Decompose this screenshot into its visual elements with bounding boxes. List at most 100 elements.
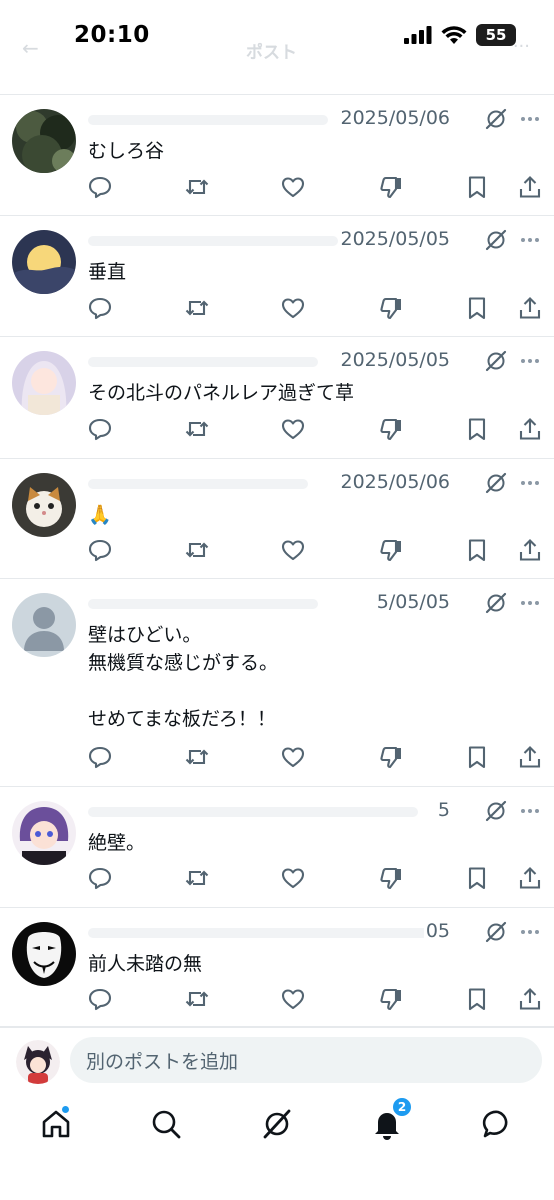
- like-button[interactable]: [280, 295, 306, 321]
- like-button[interactable]: [280, 537, 306, 563]
- avatar[interactable]: [12, 473, 76, 537]
- more-options-icon[interactable]: [518, 799, 542, 823]
- share-button[interactable]: [517, 174, 543, 200]
- repost-button[interactable]: [184, 416, 210, 442]
- grok-explain-icon[interactable]: [484, 920, 508, 944]
- dislike-button[interactable]: [378, 416, 404, 442]
- heart-icon: [281, 747, 305, 768]
- dislike-button[interactable]: [378, 865, 404, 891]
- share-button[interactable]: [517, 865, 543, 891]
- reply-post[interactable]: 2025/05/06 むしろ谷: [0, 95, 554, 216]
- header-more-icon[interactable]: ···: [513, 36, 530, 57]
- reply-post[interactable]: 2025/05/05 その北斗のパネルレア過ぎて草: [0, 337, 554, 459]
- grok-explain-icon[interactable]: [484, 107, 508, 131]
- reply-button[interactable]: [87, 295, 113, 321]
- grok-explain-icon[interactable]: [484, 349, 508, 373]
- like-button[interactable]: [280, 865, 306, 891]
- dislike-button[interactable]: [378, 537, 404, 563]
- repost-button[interactable]: [184, 537, 210, 563]
- share-icon: [519, 539, 541, 561]
- post-actions: [0, 537, 554, 565]
- grok-explain-icon[interactable]: [484, 471, 508, 495]
- reply-post[interactable]: 2025/05/05 垂直: [0, 216, 554, 337]
- bookmark-icon: [468, 297, 486, 320]
- repost-icon: [185, 749, 209, 765]
- dislike-button[interactable]: [378, 744, 404, 770]
- share-button[interactable]: [517, 295, 543, 321]
- more-options-icon[interactable]: [518, 349, 542, 373]
- bookmark-icon: [468, 867, 486, 890]
- reply-post[interactable]: 5 絶壁。: [0, 787, 554, 908]
- like-button[interactable]: [280, 986, 306, 1012]
- reply-button[interactable]: [87, 416, 113, 442]
- repost-button[interactable]: [184, 744, 210, 770]
- repost-button[interactable]: [184, 174, 210, 200]
- reply-icon: [88, 867, 112, 890]
- reply-button[interactable]: [87, 174, 113, 200]
- reply-button[interactable]: [87, 865, 113, 891]
- composer: 別のポストを追加: [0, 1027, 554, 1095]
- avatar[interactable]: [12, 230, 76, 294]
- add-post-input[interactable]: 別のポストを追加: [70, 1037, 542, 1083]
- bookmark-button[interactable]: [464, 174, 490, 200]
- share-button[interactable]: [517, 537, 543, 563]
- avatar[interactable]: [12, 801, 76, 865]
- share-button[interactable]: [517, 986, 543, 1012]
- bookmark-button[interactable]: [464, 295, 490, 321]
- share-button[interactable]: [517, 416, 543, 442]
- bookmark-button[interactable]: [464, 416, 490, 442]
- redacted-username: [88, 115, 328, 125]
- back-arrow-icon[interactable]: ←: [22, 36, 39, 60]
- dislike-button[interactable]: [378, 986, 404, 1012]
- dislike-button[interactable]: [378, 295, 404, 321]
- avatar[interactable]: [12, 593, 76, 657]
- my-avatar[interactable]: [16, 1040, 60, 1084]
- dislike-icon: [380, 418, 401, 441]
- reply-post[interactable]: 5/05/05 壁はひどい。 無機質な感じがする。 せめてまな板だろ！！: [0, 579, 554, 787]
- reply-post[interactable]: 2025/05/06 🙏: [0, 459, 554, 579]
- more-options-icon[interactable]: [518, 471, 542, 495]
- more-options-icon[interactable]: [518, 591, 542, 615]
- repost-icon: [185, 870, 209, 886]
- nav-messages[interactable]: [481, 1107, 515, 1141]
- reply-button[interactable]: [87, 986, 113, 1012]
- like-button[interactable]: [280, 174, 306, 200]
- share-icon: [519, 418, 541, 440]
- avatar[interactable]: [12, 922, 76, 986]
- repost-icon: [185, 421, 209, 437]
- reply-post[interactable]: 05 前人未踏の無: [0, 908, 554, 1027]
- nav-search[interactable]: [149, 1107, 183, 1141]
- grok-explain-icon[interactable]: [484, 591, 508, 615]
- repost-button[interactable]: [184, 865, 210, 891]
- dislike-button[interactable]: [378, 174, 404, 200]
- nav-home[interactable]: [39, 1105, 73, 1141]
- reply-icon: [88, 746, 112, 769]
- bookmark-button[interactable]: [464, 986, 490, 1012]
- repost-button[interactable]: [184, 295, 210, 321]
- more-options-icon[interactable]: [518, 920, 542, 944]
- grok-explain-icon[interactable]: [484, 799, 508, 823]
- like-button[interactable]: [280, 416, 306, 442]
- share-icon: [519, 746, 541, 768]
- heart-icon: [281, 868, 305, 889]
- share-button[interactable]: [517, 744, 543, 770]
- nav-grok[interactable]: [260, 1107, 294, 1141]
- bookmark-icon: [468, 176, 486, 199]
- reply-button[interactable]: [87, 744, 113, 770]
- home-unread-dot: [61, 1105, 70, 1114]
- bookmark-button[interactable]: [464, 537, 490, 563]
- like-button[interactable]: [280, 744, 306, 770]
- avatar[interactable]: [12, 109, 76, 173]
- more-options-icon[interactable]: [518, 107, 542, 131]
- bookmark-button[interactable]: [464, 744, 490, 770]
- reply-button[interactable]: [87, 537, 113, 563]
- avatar[interactable]: [12, 351, 76, 415]
- repost-button[interactable]: [184, 986, 210, 1012]
- bookmark-icon: [468, 988, 486, 1011]
- bookmark-button[interactable]: [464, 865, 490, 891]
- more-options-icon[interactable]: [518, 228, 542, 252]
- repost-icon: [185, 991, 209, 1007]
- grok-icon: [263, 1109, 291, 1139]
- grok-explain-icon[interactable]: [484, 228, 508, 252]
- nav-notifications[interactable]: 2: [370, 1097, 412, 1141]
